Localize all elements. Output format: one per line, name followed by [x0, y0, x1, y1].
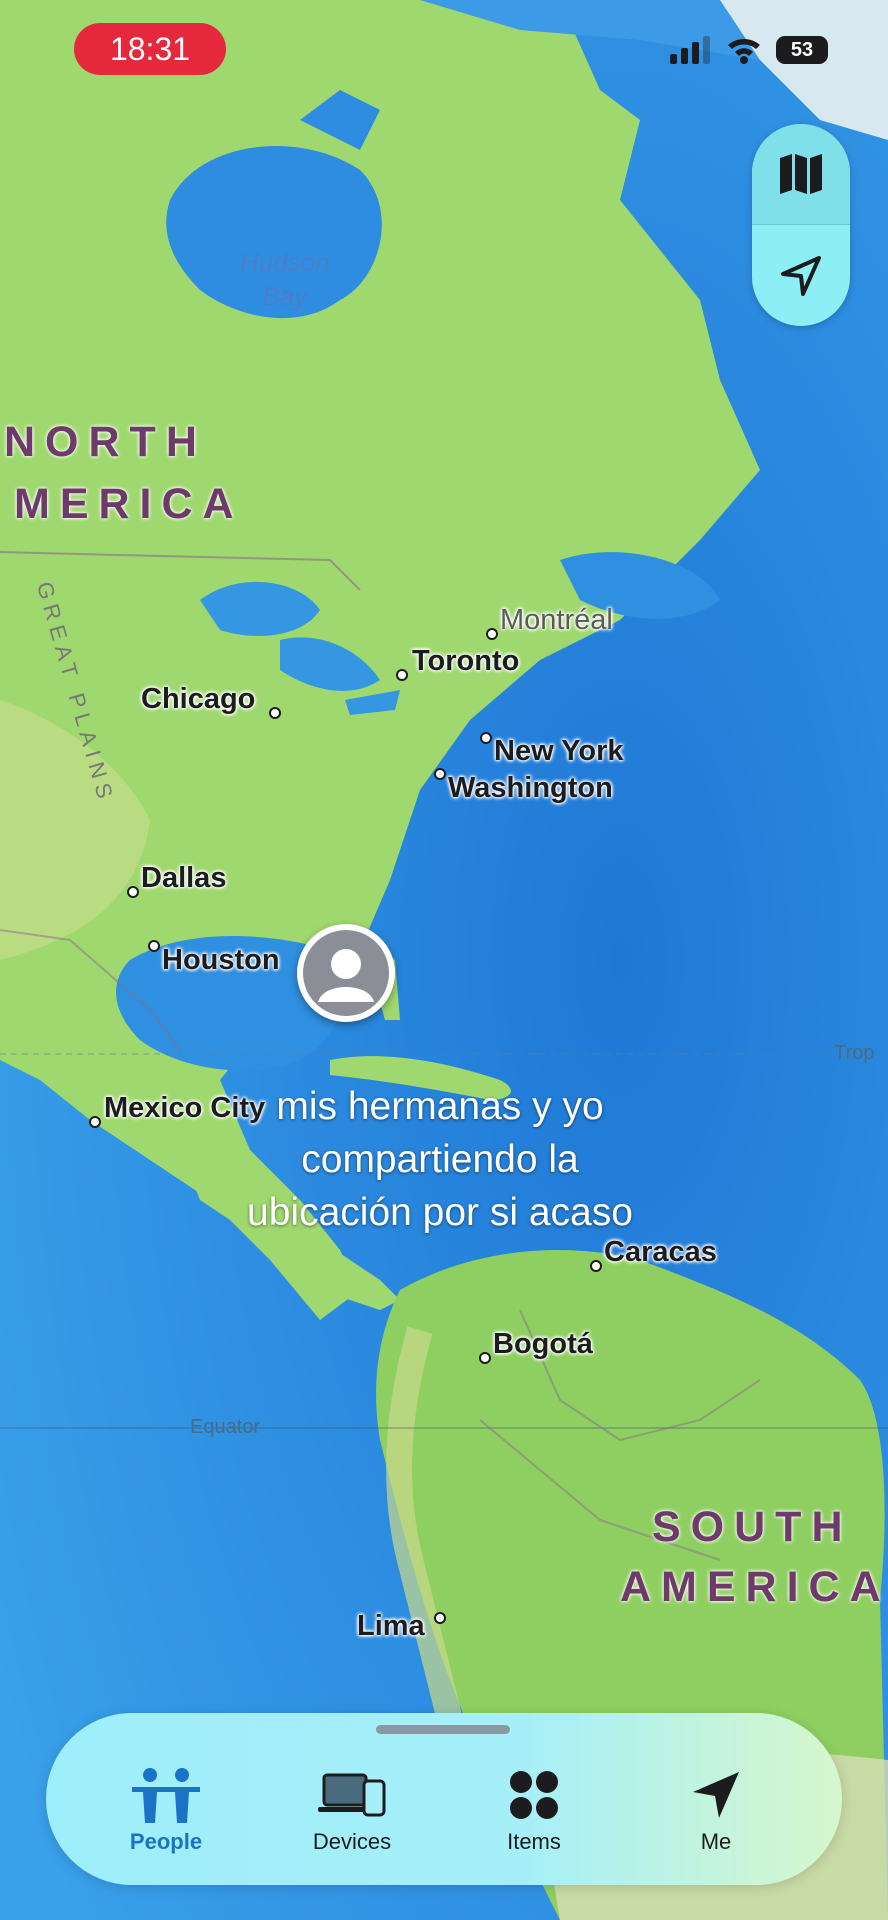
city-label-toronto[interactable]: Toronto	[412, 645, 519, 678]
person-avatar-pin[interactable]	[297, 924, 395, 1022]
city-label-lima[interactable]: Lima	[357, 1610, 425, 1643]
city-label-chicago[interactable]: Chicago	[141, 683, 255, 716]
city-dot-toronto	[396, 669, 408, 681]
tab-me[interactable]: Me	[646, 1765, 786, 1865]
caption-line-2: compartiendo la	[301, 1138, 579, 1181]
city-dot-bogota	[479, 1352, 491, 1364]
continent-label-america: AMERICA	[620, 1563, 888, 1611]
devices-icon	[318, 1773, 386, 1817]
city-label-washington[interactable]: Washington	[448, 772, 613, 805]
caption-line-3: ubicación por si acaso	[247, 1191, 633, 1234]
people-icon	[132, 1768, 200, 1823]
equator-label: Equator	[190, 1416, 261, 1438]
tropic-label: Trop	[834, 1042, 875, 1064]
overlay-caption: mis hermanas y yo compartiendo la ubicac…	[200, 1080, 680, 1239]
city-label-bogota[interactable]: Bogotá	[493, 1328, 593, 1361]
me-location-icon	[693, 1772, 739, 1818]
continent-label-merica: MERICA	[14, 480, 244, 528]
wifi-icon	[728, 39, 760, 64]
city-dot-chicago	[269, 707, 281, 719]
tab-items[interactable]: Items	[464, 1765, 604, 1865]
sheet-grabber[interactable]	[376, 1725, 510, 1734]
tab-people[interactable]: People	[96, 1765, 236, 1865]
city-dot-new-york	[480, 732, 492, 744]
tab-label-people: People	[129, 1829, 203, 1854]
person-icon	[318, 949, 374, 1002]
tab-label-devices: Devices	[312, 1829, 392, 1854]
city-label-caracas[interactable]: Caracas	[604, 1236, 717, 1269]
city-label-houston[interactable]: Houston	[162, 944, 280, 977]
avatar	[303, 930, 389, 1016]
map-controls	[752, 124, 850, 326]
battery-indicator: 53	[776, 36, 828, 64]
city-dot-houston	[148, 940, 160, 952]
hudson-bay-label: Hudson Bay	[240, 247, 330, 311]
current-location-button[interactable]	[752, 225, 850, 326]
city-dot-caracas	[590, 1260, 602, 1272]
items-icon	[510, 1771, 558, 1819]
city-dot-montreal	[486, 628, 498, 640]
caption-line-1: mis hermanas y yo	[276, 1085, 604, 1128]
city-dot-mexico-city	[89, 1116, 101, 1128]
tab-label-items: Items	[507, 1829, 561, 1854]
city-dot-dallas	[127, 886, 139, 898]
map-mode-button[interactable]	[752, 124, 850, 225]
status-icons: 53	[670, 36, 828, 64]
cellular-signal-icon	[670, 36, 710, 64]
location-arrow-icon	[781, 255, 821, 296]
status-time[interactable]: 18:31	[74, 23, 226, 75]
tab-devices[interactable]: Devices	[282, 1765, 422, 1865]
city-label-montreal[interactable]: Montréal	[500, 604, 613, 637]
city-label-new-york[interactable]: New York	[494, 735, 623, 768]
continent-label-south: SOUTH	[652, 1503, 853, 1551]
map-icon	[780, 154, 822, 194]
continent-label-north: NORTH	[4, 418, 207, 466]
city-dot-washington	[434, 768, 446, 780]
city-label-dallas[interactable]: Dallas	[141, 862, 226, 895]
tab-label-me: Me	[700, 1829, 732, 1854]
city-dot-lima	[434, 1612, 446, 1624]
tab-bar: People Devices Items Me	[46, 1713, 842, 1885]
